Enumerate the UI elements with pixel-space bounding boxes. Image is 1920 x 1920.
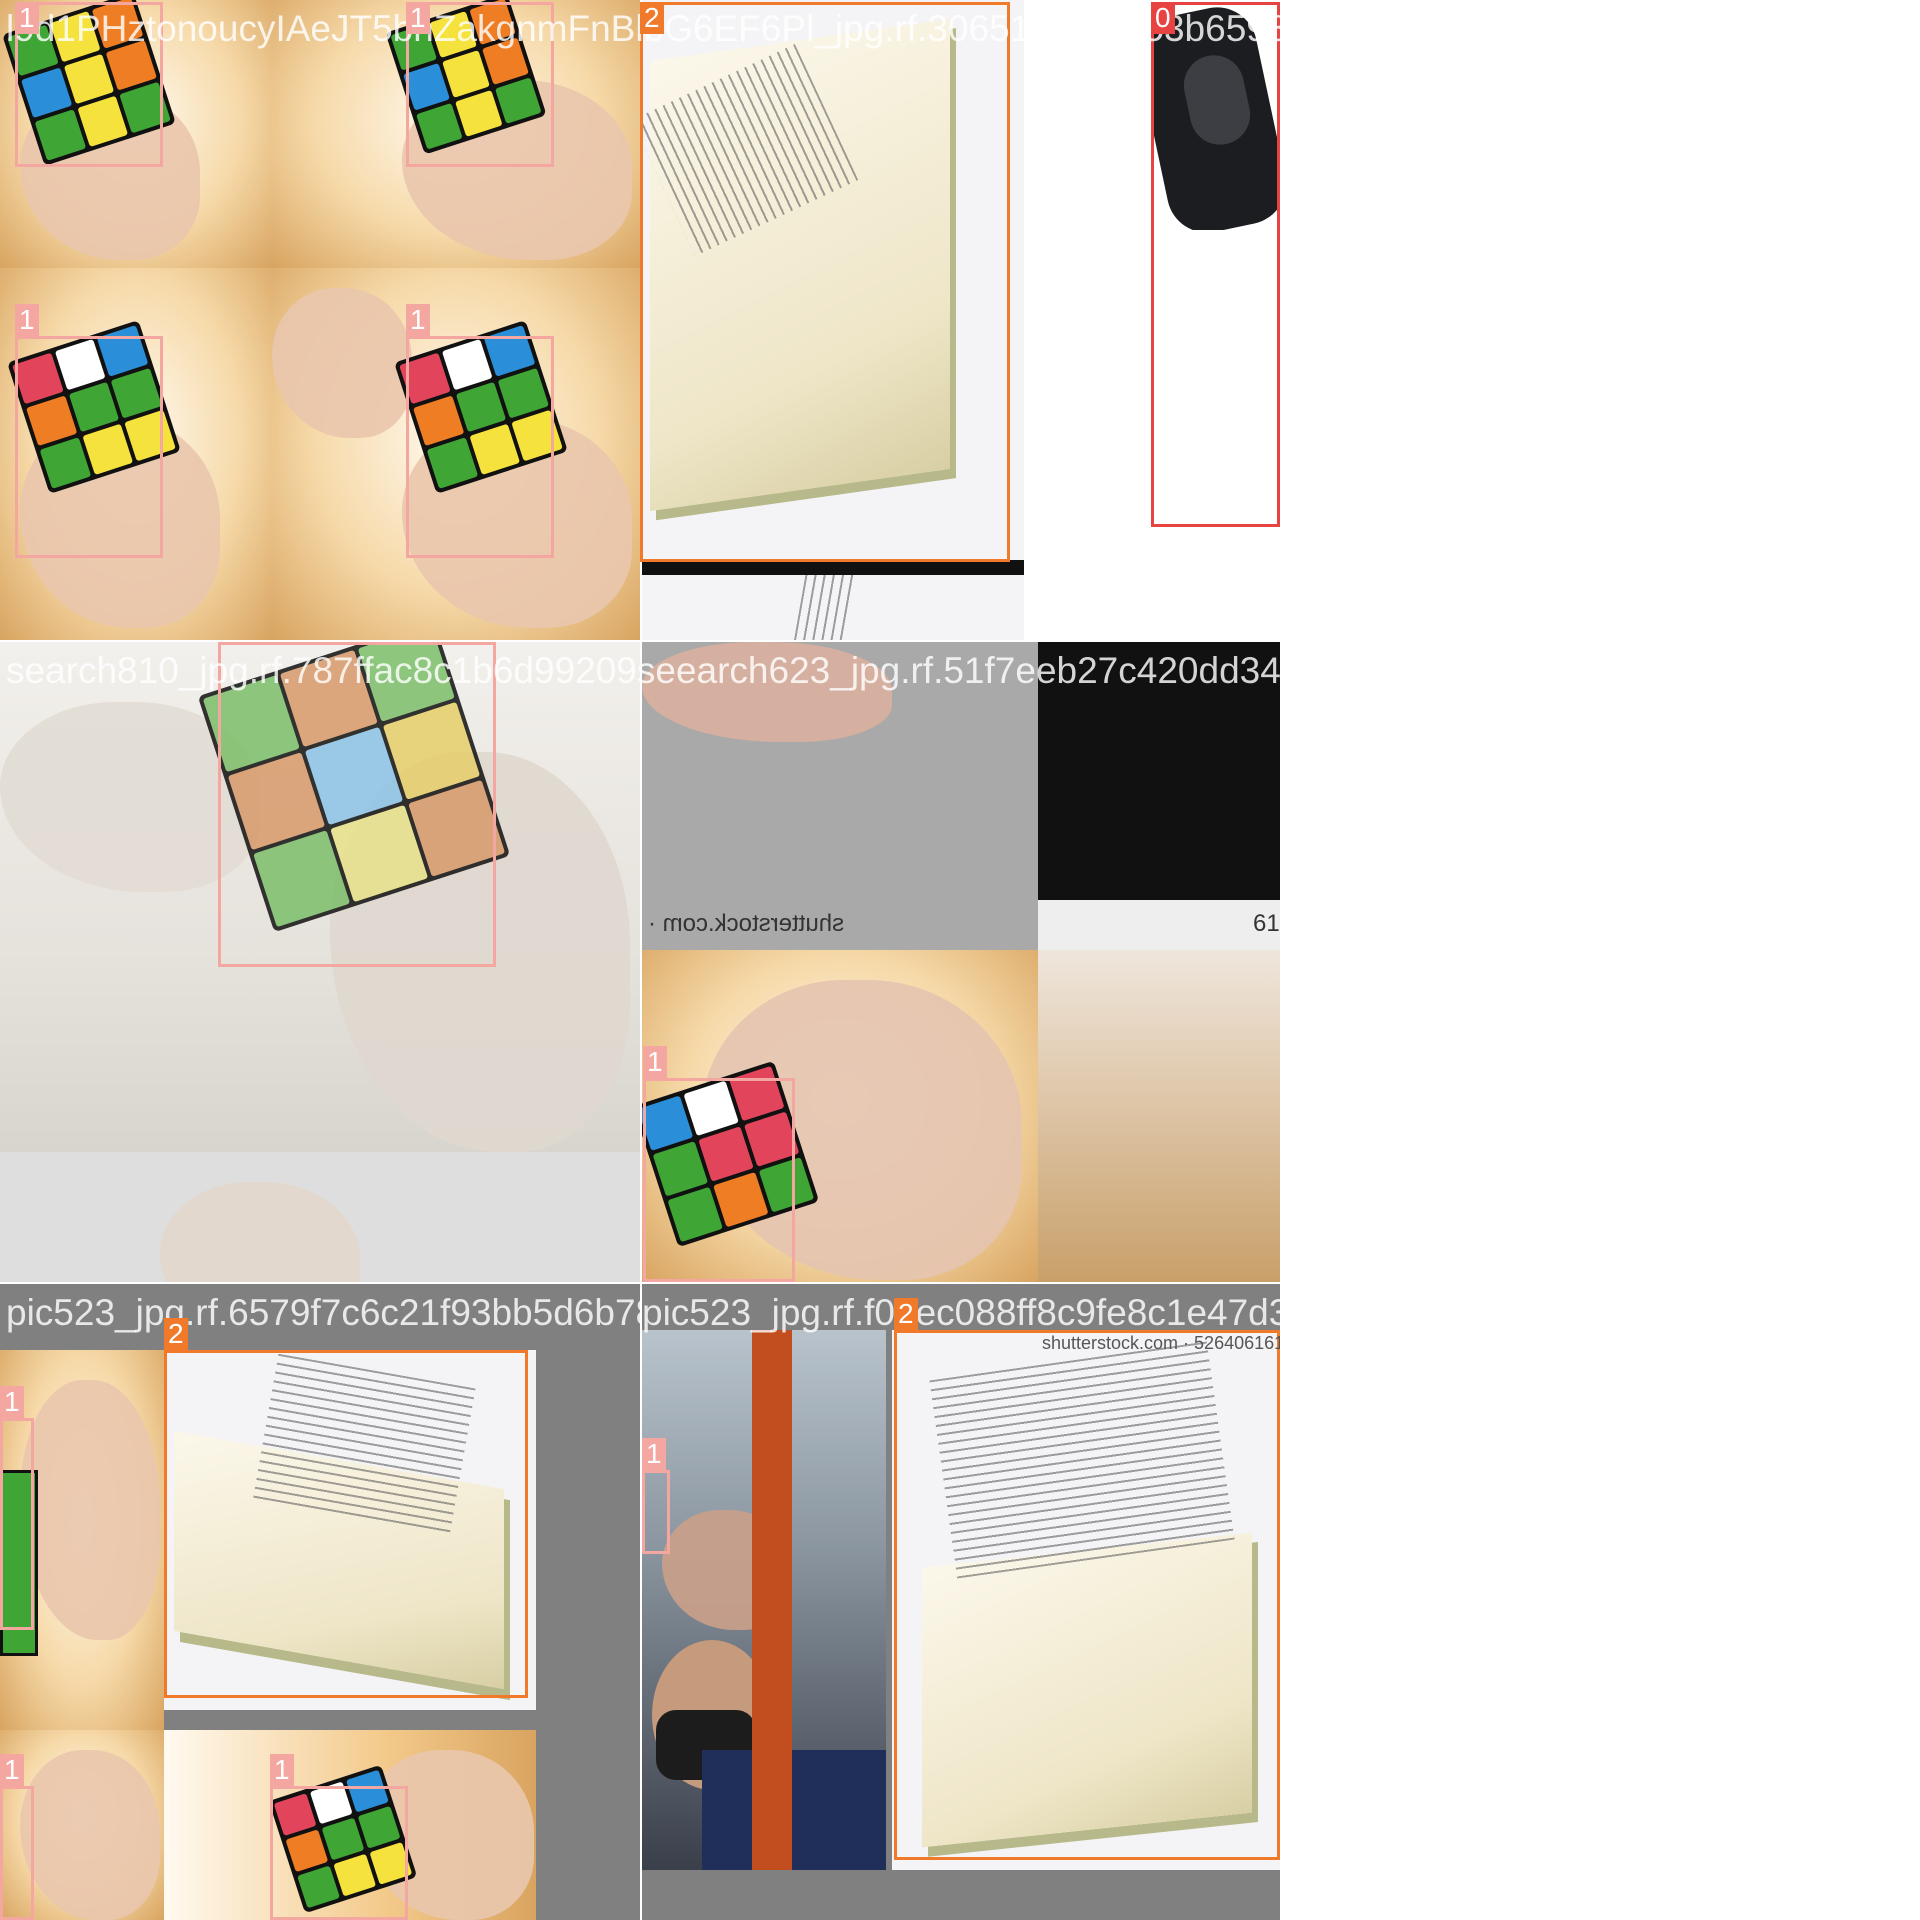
training-batch-mosaic: 1 1 1 1 2 0 l9d1PHztonoucyIAeJT5bhZakgnm… [0,0,1920,1920]
bbox-label: 1 [15,304,39,336]
bbox-class-1 [270,1786,408,1920]
bbox-class-1 [0,1786,34,1920]
bbox-label: 1 [270,1754,294,1786]
mosaic-tile-3: 1 2 1 1 pic523_jpg.rf.6579f7c6c21f93bb5d… [0,1284,640,1920]
bbox-label: 0 [1151,2,1175,34]
hand [160,1182,360,1282]
photo-hand [0,1152,640,1282]
bbox-class-1 [643,1078,795,1282]
bbox-class-0 [1151,2,1280,527]
photo-book-page [640,575,1024,640]
bbox-label: 2 [164,1318,188,1350]
bbox-label: 1 [15,2,39,34]
tile-divider [0,640,1280,642]
image-filename: pic523_jpg.rf.6579f7c6c21f93bb5d6b78d95a [6,1292,640,1333]
bbox-label: 1 [642,1438,666,1470]
photo-rubik-cube [1038,950,1280,1282]
bbox-label: 1 [643,1046,667,1078]
tile-divider [0,1282,1280,1284]
image-filename: pic523_jpg.rf.f04ec088ff8c9fe8c1e47d3c [642,1292,1280,1333]
photo-person [642,1330,886,1870]
bbox-label: 1 [0,1386,24,1418]
mosaic-tile-1: 1 1 1 1 2 0 l9d1PHztonoucyIAeJT5bhZakgnm… [0,0,1280,640]
bbox-label: 1 [0,1754,24,1786]
bbox-class-1 [15,336,163,558]
watermark: shutterstock.com · 526406161 [1042,1333,1280,1353]
bbox-class-1 [406,336,554,558]
mosaic-tile-4: shutterstock.com · 526406161 1 2 pic523_… [642,1284,1280,1920]
bbox-label: 2 [894,1298,918,1330]
image-filename: search810_jpg.rf.787ffac8c1b6d99209seear… [6,650,1280,691]
bbox-class-1 [0,1418,34,1630]
bbox-class-2 [164,1350,528,1698]
bbox-label: 1 [406,2,430,34]
bbox-class-2 [894,1330,1280,1860]
bbox-class-1 [642,1470,670,1554]
hand [20,1750,160,1920]
hand [272,288,412,438]
person-shirt [702,1750,886,1870]
bbox-label: 1 [406,304,430,336]
book-text [778,575,872,640]
bbox-label: 2 [640,2,664,34]
hand [20,1380,160,1640]
watermark: shutterstock.com · [648,910,845,937]
bbox-class-2 [640,2,1010,562]
watermark: 61 [1253,910,1280,937]
